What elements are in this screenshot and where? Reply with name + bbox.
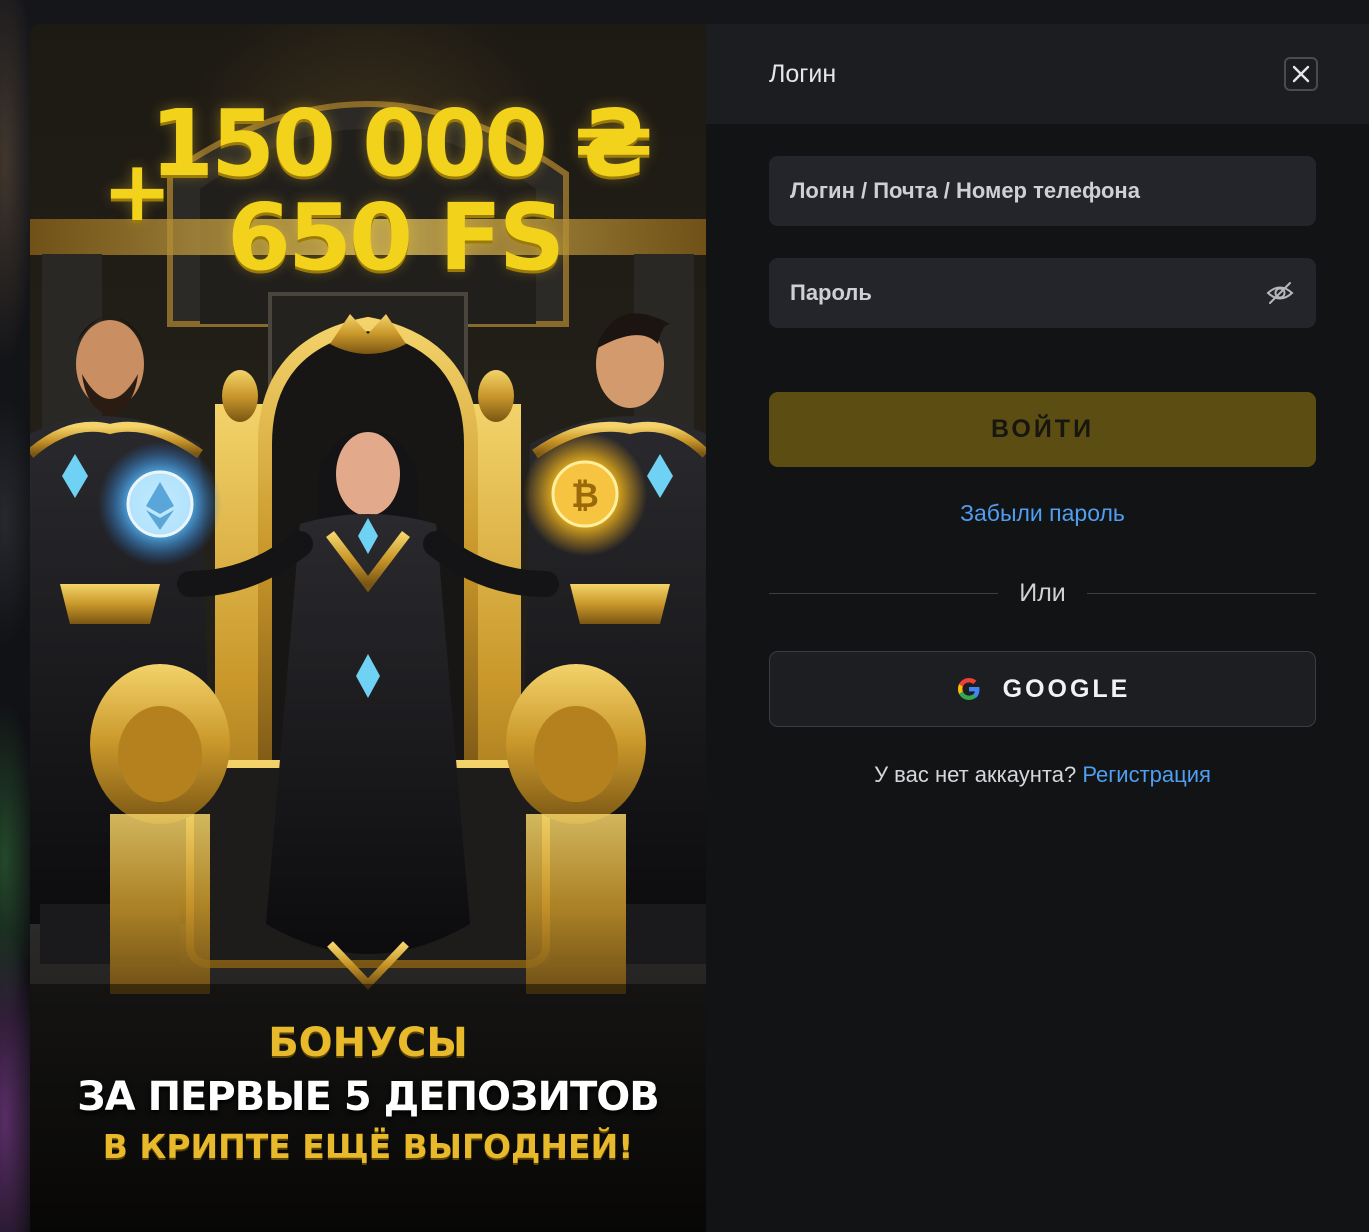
- eye-off-icon[interactable]: [1266, 280, 1294, 306]
- google-login-button[interactable]: GOOGLE: [769, 651, 1316, 727]
- divider-or-text: Или: [1019, 579, 1066, 607]
- google-icon: [957, 678, 980, 700]
- forgot-password-link[interactable]: Забыли пароль: [769, 500, 1316, 527]
- register-link[interactable]: Регистрация: [1082, 762, 1211, 787]
- login-input[interactable]: [769, 156, 1316, 226]
- google-button-label: GOOGLE: [1002, 674, 1131, 703]
- promo-amount: 150 000 ₴: [150, 90, 653, 197]
- login-field: [769, 156, 1316, 226]
- password-input[interactable]: [769, 258, 1316, 328]
- password-field: [769, 258, 1316, 328]
- page-title: Логин: [769, 60, 837, 88]
- panel-header: Логин: [706, 24, 1369, 124]
- promo-bonus-title: БОНУСЫ: [268, 1020, 468, 1066]
- close-button[interactable]: [1284, 57, 1318, 91]
- promo-deposits-text: ЗА ПЕРВЫЕ 5 ДЕПОЗИТОВ: [77, 1074, 659, 1120]
- divider-line-left: [769, 593, 998, 594]
- divider-line-right: [1087, 593, 1316, 594]
- login-panel: Логин ВОЙТИ Забыли пароль Или: [706, 24, 1369, 1232]
- svg-text:₿: ₿: [571, 476, 599, 516]
- signup-row: У вас нет аккаунта? Регистрация: [769, 762, 1316, 788]
- no-account-text: У вас нет аккаунта?: [874, 762, 1077, 787]
- close-icon: [1292, 65, 1310, 83]
- promo-banner: ₿ + 150 000 ₴ 650 FS БОНУСЫ ЗА ПЕРВЫЕ 5 …: [30, 24, 706, 1232]
- login-modal: ₿ + 150 000 ₴ 650 FS БОНУСЫ ЗА ПЕРВЫЕ 5 …: [30, 24, 1369, 1232]
- login-submit-button[interactable]: ВОЙТИ: [769, 392, 1316, 467]
- promo-free-spins: 650 FS: [227, 184, 565, 291]
- promo-crypto-text: В КРИПТЕ ЕЩЁ ВЫГОДНЕЙ!: [102, 1127, 634, 1166]
